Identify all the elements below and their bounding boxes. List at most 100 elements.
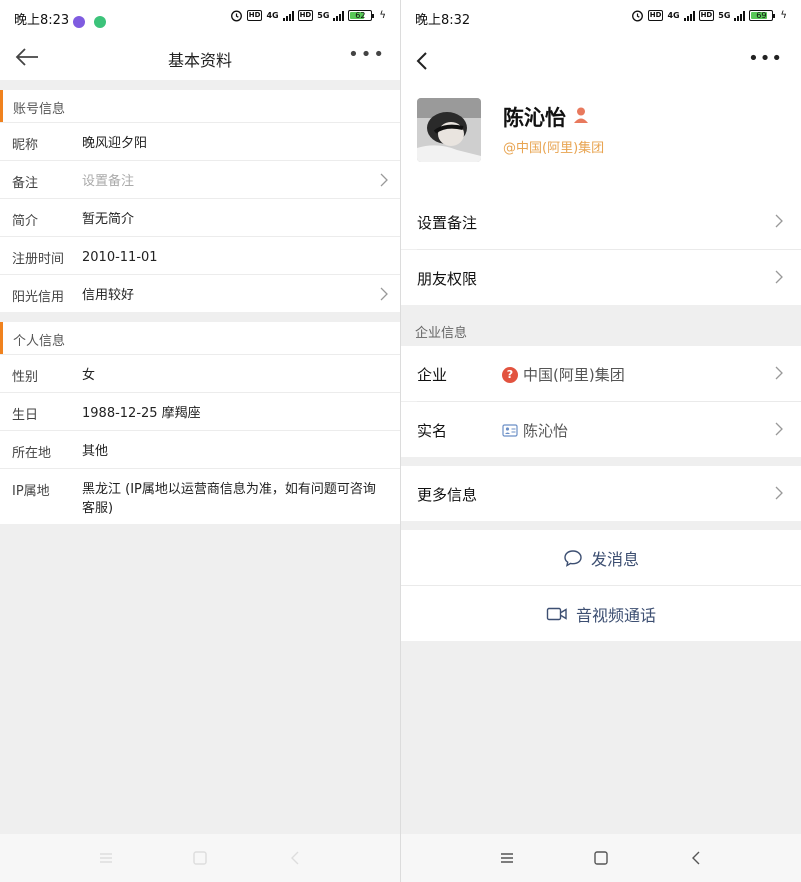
signal-icon [333, 10, 345, 21]
row-birthday: 生日 1988-12-25 摩羯座 [0, 392, 400, 430]
system-nav-bar [401, 834, 801, 882]
right-screen: 晚上8:32 HD 4G HD 5G 69 ϟ ••• 陈沁怡 @中国(阿里)集… [401, 0, 801, 882]
row-remark[interactable]: 备注 设置备注 [0, 160, 400, 198]
row-label: 企业 [417, 366, 448, 384]
row-value: 女 [82, 368, 96, 383]
system-nav-bar [0, 834, 400, 882]
company-value: 中国(阿里)集团 [523, 366, 625, 384]
row-value: 黑龙江 (IP属地以运营商信息为准，如有问题可咨询客服) [82, 482, 376, 516]
hd-icon: HD [297, 10, 314, 21]
row-ip-location: IP属地 黑龙江 (IP属地以运营商信息为准，如有问题可咨询客服) [0, 468, 400, 524]
hd-icon: HD [647, 10, 664, 21]
row-nickname: 昵称 晚风迎夕阳 [0, 122, 400, 160]
network-5g-icon: 5G [718, 10, 731, 20]
row-credit[interactable]: 阳光信用 信用较好 [0, 274, 400, 312]
row-label: 注册时间 [12, 252, 65, 267]
row-label: 备注 [12, 176, 39, 191]
menu-nav-icon[interactable] [497, 848, 517, 868]
enterprise-section-title: 企业信息 [415, 326, 468, 341]
hd-icon: HD [698, 10, 715, 21]
chevron-right-icon [775, 486, 783, 500]
remark-placeholder: 设置备注 [82, 174, 135, 189]
row-label: 朋友权限 [417, 270, 478, 288]
page-title: 基本资料 [167, 51, 232, 70]
realname-value: 陈沁怡 [523, 422, 569, 440]
profile-header: ••• 陈沁怡 @中国(阿里)集团 [401, 34, 801, 194]
row-value: 信用较好 [82, 288, 135, 303]
row-label: 昵称 [12, 138, 39, 153]
row-label: IP属地 [12, 484, 50, 499]
row-register-date: 注册时间 2010-11-01 [0, 236, 400, 274]
menu-nav-icon[interactable] [96, 848, 116, 868]
signal-icon [282, 10, 294, 21]
signal-icon [683, 10, 695, 21]
profile-company[interactable]: @中国(阿里)集团 [503, 137, 604, 156]
question-icon: ? [502, 366, 518, 383]
charging-icon: ϟ [780, 10, 787, 21]
row-label: 更多信息 [417, 486, 478, 504]
video-call-label: 音视频通话 [575, 605, 656, 625]
person-badge-icon [574, 107, 588, 123]
nav-header: 基本资料 ••• [0, 34, 400, 80]
row-label: 设置备注 [417, 214, 478, 232]
home-nav-icon[interactable] [190, 848, 210, 868]
row-value: 2010-11-01 [82, 250, 158, 265]
chevron-right-icon [775, 270, 783, 284]
network-5g-icon: 5G [317, 10, 330, 20]
status-time: 晚上8:32 [415, 13, 471, 28]
status-icons: HD 4G HD 5G 62 ϟ [230, 9, 386, 22]
battery-icon: 62 [348, 10, 375, 21]
row-label: 所在地 [12, 446, 52, 461]
avatar-photo [417, 98, 481, 162]
more-info-row[interactable]: 更多信息 [401, 466, 801, 521]
chevron-right-icon [380, 287, 388, 301]
row-bio: 简介 暂无简介 [0, 198, 400, 236]
row-label: 简介 [12, 214, 39, 229]
set-remark-row[interactable]: 设置备注 [401, 194, 801, 249]
status-icons: HD 4G HD 5G 69 ϟ [631, 9, 787, 22]
company-row[interactable]: 企业 ? 中国(阿里)集团 [401, 346, 801, 401]
home-nav-icon[interactable] [591, 848, 611, 868]
back-chevron-icon[interactable] [415, 50, 429, 72]
row-label: 实名 [417, 422, 448, 440]
row-label: 生日 [12, 408, 39, 423]
chevron-right-icon [380, 173, 388, 187]
battery-icon: 69 [749, 10, 776, 21]
avatar[interactable] [417, 98, 481, 162]
row-value: 其他 [82, 444, 109, 459]
row-value: 暂无简介 [82, 212, 135, 227]
charging-icon: ϟ [379, 10, 386, 21]
alarm-icon [631, 10, 643, 22]
chevron-right-icon [775, 366, 783, 380]
send-message-label: 发消息 [590, 549, 639, 569]
network-4g-icon: 4G [266, 10, 279, 20]
alarm-icon [230, 10, 242, 22]
chevron-right-icon [775, 214, 783, 228]
network-4g-icon: 4G [667, 10, 680, 20]
status-bar: 晚上8:23 HD 4G HD 5G 62 ϟ [0, 0, 400, 34]
app-notification-icon [73, 16, 85, 28]
friend-permission-row[interactable]: 朋友权限 [401, 250, 801, 305]
section-account-title: 账号信息 [0, 90, 400, 122]
back-nav-icon[interactable] [285, 848, 305, 868]
hd-icon: HD [246, 10, 263, 21]
status-bar: 晚上8:32 HD 4G HD 5G 69 ϟ [401, 0, 801, 34]
video-call-button[interactable]: 音视频通话 [401, 586, 801, 641]
chevron-right-icon [775, 422, 783, 436]
id-card-icon [502, 424, 518, 437]
row-value: 1988-12-25 摩羯座 [82, 406, 201, 421]
status-time: 晚上8:23 [14, 13, 70, 28]
row-location: 所在地 其他 [0, 430, 400, 468]
left-screen: 晚上8:23 HD 4G HD 5G 62 ϟ 基本资料 ••• 账号信息 昵称… [0, 0, 400, 882]
realname-row[interactable]: 实名 陈沁怡 [401, 402, 801, 457]
back-nav-icon[interactable] [686, 848, 706, 868]
more-options-icon[interactable]: ••• [748, 48, 783, 69]
app-notification-icon [94, 16, 107, 28]
profile-name: 陈沁怡 [503, 106, 566, 130]
more-options-icon[interactable]: ••• [348, 44, 386, 65]
row-gender: 性别 女 [0, 354, 400, 392]
send-message-button[interactable]: 发消息 [401, 530, 801, 585]
signal-icon [734, 10, 746, 21]
video-camera-icon [546, 607, 567, 620]
section-personal-title: 个人信息 [0, 322, 400, 354]
